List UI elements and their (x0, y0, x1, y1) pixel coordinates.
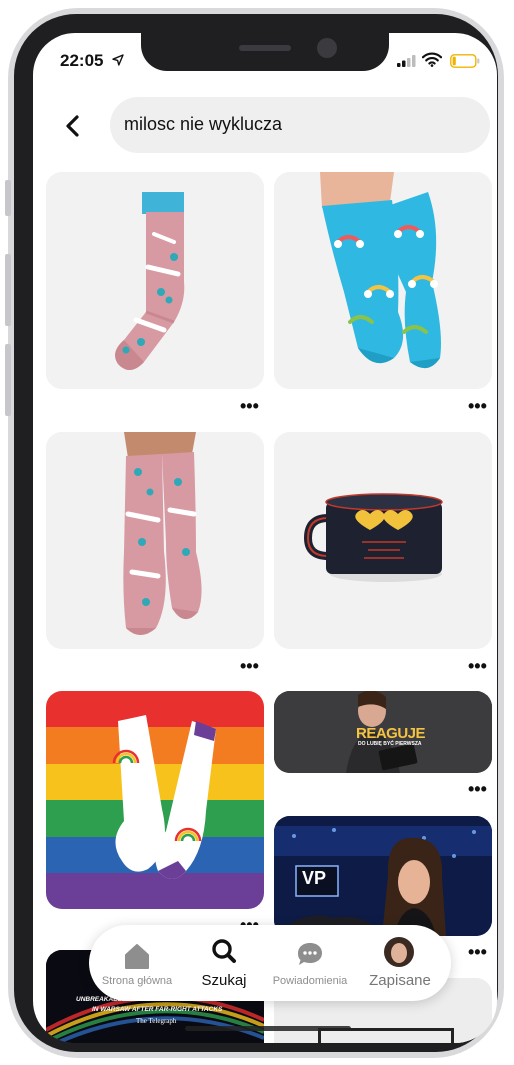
mug-image (274, 432, 492, 649)
pin-teal-socks[interactable] (274, 172, 492, 389)
notch (141, 33, 389, 71)
more-options-button[interactable]: ••• (468, 943, 487, 961)
side-button (5, 254, 11, 326)
more-options-button[interactable]: ••• (468, 780, 487, 798)
tab-notifications[interactable]: Powiadomienia (265, 925, 355, 1001)
more-options-button[interactable]: ••• (240, 657, 259, 675)
chat-bubble-icon (298, 943, 322, 965)
more-options-button[interactable]: ••• (240, 397, 259, 415)
tab-search-label: Szukaj (201, 972, 247, 989)
battery-icon (450, 54, 480, 68)
tab-home-label: Strona główna (101, 975, 173, 987)
news-source: The Telegraph (136, 1017, 177, 1025)
news-headline-2: IN WARSAW AFTER FAR-RIGHT ATTACKS (92, 1006, 223, 1013)
avatar-face (391, 943, 407, 963)
home-indicator (185, 1026, 351, 1031)
more-options-button[interactable]: ••• (468, 657, 487, 675)
signal-icon (397, 55, 416, 67)
tab-home[interactable]: Strona główna (95, 925, 179, 1001)
tab-search[interactable]: Szukaj (189, 925, 259, 1001)
side-button (5, 180, 11, 216)
search-input[interactable]: milosc nie wyklucza (110, 97, 490, 153)
pin-pink-sock[interactable] (46, 172, 264, 389)
search-icon (212, 939, 236, 963)
tv-logo: VP (302, 868, 327, 888)
bottom-tab-bar: Strona główna Szukaj Powiadomienia Zapis… (89, 925, 451, 1001)
screen: 22:05 milosc nie wyklucza ••• ••• ••• ••… (33, 33, 497, 1043)
video-title: REAGUJE (356, 725, 426, 742)
pink-sock-image (46, 172, 264, 389)
status-time: 22:05 (60, 51, 104, 70)
pin-mug[interactable] (274, 432, 492, 649)
pink-socks-legs-image (46, 432, 264, 649)
back-arrow-icon[interactable] (61, 113, 87, 139)
pin-pink-socks-legs[interactable] (46, 432, 264, 649)
speaker (239, 45, 291, 51)
camera (317, 38, 337, 58)
tab-notifications-label: Powiadomienia (272, 975, 348, 987)
teal-socks-image (274, 172, 492, 389)
tab-saved[interactable]: Zapisane (361, 925, 439, 1001)
avatar (384, 937, 414, 967)
location-arrow-icon (112, 54, 124, 66)
home-icon (125, 944, 149, 969)
wifi-icon (422, 52, 442, 67)
pin-video-reaguje[interactable]: REAGUJE DO LUBIĘ BYĆ PIERWSZA (274, 691, 492, 773)
video-subtitle: DO LUBIĘ BYĆ PIERWSZA (358, 741, 422, 747)
more-options-button[interactable]: ••• (468, 397, 487, 415)
pin-rainbow-socks[interactable] (46, 691, 264, 909)
pin-tv-event[interactable]: VP (274, 816, 492, 936)
rainbow-socks-image (46, 691, 264, 909)
search-query: milosc nie wyklucza (124, 114, 283, 134)
side-button (5, 344, 11, 416)
tab-saved-label: Zapisane (369, 972, 431, 989)
